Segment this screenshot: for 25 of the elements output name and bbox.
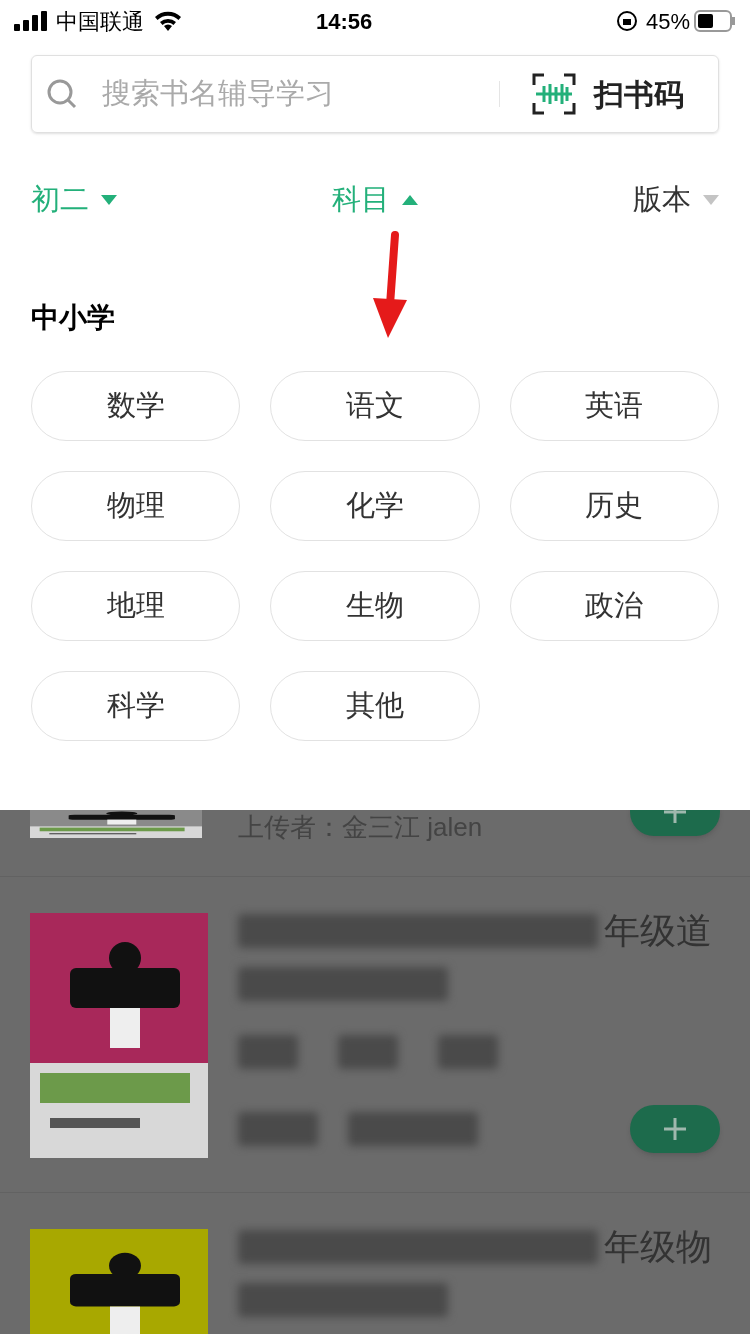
caret-icon	[402, 195, 418, 205]
search-bar[interactable]: 搜索书名辅导学习 扫书码	[31, 55, 719, 133]
section-title: 中小学	[31, 301, 116, 335]
signal-icon	[14, 11, 48, 31]
clock-text: 14:56	[316, 7, 373, 36]
search-icon	[46, 78, 78, 110]
caret-icon	[101, 195, 117, 205]
battery-text: 45%	[645, 7, 690, 36]
rotation-lock-icon	[615, 10, 638, 32]
wifi-icon	[154, 11, 182, 31]
scan-button[interactable]: 扫书码	[532, 71, 684, 117]
add-button[interactable]	[630, 1105, 720, 1153]
book-title: 年级物	[604, 1229, 712, 1265]
battery-icon	[694, 10, 736, 32]
book-title: 年级道	[604, 913, 712, 949]
scan-icon	[532, 73, 576, 115]
plus-icon	[662, 1116, 688, 1142]
blurred-text	[238, 1035, 298, 1069]
search-field[interactable]: 搜索书名辅导学习	[102, 72, 442, 116]
caret-icon	[703, 195, 719, 205]
blurred-text	[438, 1035, 498, 1069]
filter-tab[interactable]: 版本	[633, 178, 719, 222]
arrow-icon	[370, 230, 410, 340]
blurred-text	[338, 1035, 398, 1069]
carrier-text: 中国联通	[56, 7, 144, 36]
